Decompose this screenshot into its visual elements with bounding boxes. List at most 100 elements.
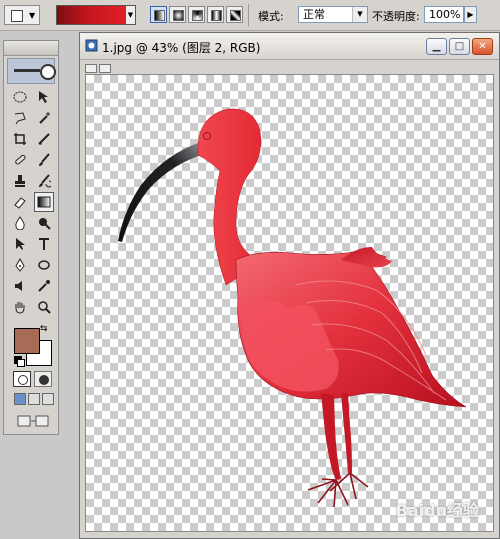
gradient-swatch[interactable] <box>56 5 126 25</box>
diamond-gradient-icon <box>230 10 241 21</box>
arrow-icon <box>16 238 25 250</box>
tool-preset-picker[interactable]: ▼ <box>4 5 40 25</box>
watermark: Baidu经验 <box>395 501 479 520</box>
magic-wand-tool-button[interactable] <box>34 108 54 128</box>
eye-icon <box>40 64 56 80</box>
document-canvas[interactable]: Baidu经验 <box>85 74 494 532</box>
history-brush-icon <box>39 174 51 188</box>
full-screen-menu-mode-button[interactable] <box>28 393 40 405</box>
foreground-color-swatch[interactable] <box>14 328 40 354</box>
lasso-icon <box>14 112 26 125</box>
marquee-icon <box>13 91 27 103</box>
lasso-tool-button[interactable] <box>10 108 30 128</box>
imageready-icon <box>17 415 49 427</box>
pen-icon <box>15 258 25 272</box>
radial-gradient-button[interactable] <box>169 6 186 23</box>
reflected-gradient-icon <box>211 10 222 21</box>
document-titlebar[interactable]: 1.jpg @ 43% (图层 2, RGB) ▁ □ ✕ <box>80 33 499 60</box>
marquee-tool-button[interactable] <box>10 87 30 107</box>
gradient-type-group <box>150 6 243 24</box>
ruler-badge-left <box>85 64 97 73</box>
standard-screen-mode-button[interactable] <box>14 393 26 405</box>
ruler-origin <box>85 64 111 73</box>
ruler-badge-right <box>99 64 111 73</box>
full-screen-mode-button[interactable] <box>42 393 54 405</box>
pen-tool-button[interactable] <box>10 255 30 275</box>
gradient-tool-button[interactable] <box>34 192 54 212</box>
eraser-tool-button[interactable] <box>10 192 30 212</box>
clone-stamp-tool-button[interactable] <box>10 171 30 191</box>
healing-brush-tool-button[interactable] <box>10 150 30 170</box>
linear-gradient-icon <box>154 10 165 21</box>
stamp-icon <box>15 175 25 187</box>
shape-tool-button[interactable] <box>34 255 54 275</box>
hand-tool-button[interactable] <box>10 297 30 317</box>
crop-icon <box>14 133 26 145</box>
opacity-label: 不透明度: <box>372 10 420 23</box>
chevron-down-icon: ▼ <box>352 7 367 22</box>
swap-colors-icon[interactable]: ⇆ <box>40 324 48 334</box>
eyedropper-tool-button[interactable] <box>34 276 54 296</box>
photoshop-logo-button[interactable] <box>7 58 56 84</box>
angle-gradient-button[interactable] <box>188 6 205 23</box>
gradient-icon <box>37 196 51 208</box>
bird-legs <box>321 393 352 480</box>
jump-to-imageready-button[interactable] <box>16 413 50 429</box>
type-icon <box>39 238 49 250</box>
opacity-slider-button[interactable]: ▶ <box>464 6 477 23</box>
maximize-icon: □ <box>454 41 465 52</box>
eyedropper-icon <box>38 280 50 292</box>
history-brush-tool-button[interactable] <box>34 171 54 191</box>
blur-tool-button[interactable] <box>10 213 30 233</box>
options-bar: ▼ ▼ 模式: 正常 ▼ 不透明度: 100% ▶ <box>0 0 500 31</box>
mode-select[interactable]: 正常 ▼ <box>298 6 368 23</box>
maximize-button[interactable]: □ <box>449 38 470 55</box>
notes-tool-button[interactable] <box>10 276 30 296</box>
path-selection-tool-button[interactable] <box>10 234 30 254</box>
zoom-tool-button[interactable] <box>34 297 54 317</box>
opacity-value: 100% <box>429 8 461 21</box>
magnifier-icon <box>38 301 51 314</box>
radial-gradient-icon <box>173 10 184 21</box>
hand-icon <box>15 302 25 314</box>
standard-mode-button[interactable] <box>13 371 31 387</box>
gradient-dropdown-arrow[interactable]: ▼ <box>126 5 136 25</box>
angle-gradient-icon <box>192 10 203 21</box>
document-window: 1.jpg @ 43% (图层 2, RGB) ▁ □ ✕ Baidu经验 <box>79 32 500 539</box>
move-tool-button[interactable] <box>34 87 54 107</box>
diamond-gradient-button[interactable] <box>226 6 243 23</box>
toolbox-header[interactable] <box>4 41 58 56</box>
brush-tool-button[interactable] <box>34 150 54 170</box>
tool-grid <box>10 87 54 318</box>
document-title: 1.jpg @ 43% (图层 2, RGB) <box>102 41 261 55</box>
minimize-icon: ▁ <box>432 41 441 52</box>
close-button[interactable]: ✕ <box>472 38 493 55</box>
reflected-gradient-button[interactable] <box>207 6 224 23</box>
standard-mode-icon <box>18 375 28 385</box>
opacity-input[interactable]: 100% <box>424 6 464 23</box>
quick-mask-icon <box>39 375 49 385</box>
eraser-icon <box>14 197 26 209</box>
bird-beak <box>118 141 208 242</box>
photoshop-doc-icon <box>85 39 98 52</box>
chevron-down-icon: ▼ <box>29 11 36 20</box>
gradient-tool-icon <box>11 10 23 22</box>
slice-tool-button[interactable] <box>34 129 54 149</box>
quick-mask-button[interactable] <box>34 371 52 387</box>
feather-icon <box>14 69 40 72</box>
dodge-icon <box>39 218 51 230</box>
speaker-icon <box>15 281 22 291</box>
dodge-tool-button[interactable] <box>34 213 54 233</box>
crop-tool-button[interactable] <box>10 129 30 149</box>
separator <box>248 4 249 26</box>
droplet-icon <box>15 216 25 230</box>
type-tool-button[interactable] <box>34 234 54 254</box>
bandage-icon <box>15 154 26 165</box>
default-colors-icon[interactable] <box>14 356 25 367</box>
magic-wand-icon <box>39 112 50 124</box>
mode-value: 正常 <box>303 8 325 21</box>
minimize-button[interactable]: ▁ <box>426 38 447 55</box>
ellipse-icon <box>38 260 50 270</box>
mode-label: 模式: <box>258 10 284 23</box>
linear-gradient-button[interactable] <box>150 6 167 23</box>
